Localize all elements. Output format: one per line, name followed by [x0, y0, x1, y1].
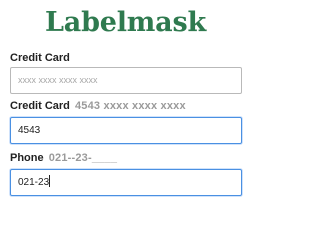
text-caret [49, 175, 51, 188]
credit-card-label-2: Credit Card 4543 xxxx xxxx xxxx [10, 100, 186, 113]
field-label-text: Credit Card [10, 100, 70, 112]
input-placeholder: xxxx xxxx xxxx xxxx [18, 75, 98, 85]
field-label-text: Phone [10, 152, 44, 164]
credit-card-input-1[interactable]: xxxx xxxx xxxx xxxx [10, 67, 242, 94]
mask-hint: 021--23-____ [48, 152, 118, 164]
phone-label: Phone 021--23-____ [10, 152, 117, 165]
credit-card-label-1: Credit Card [10, 52, 70, 65]
input-value: 021-23 [18, 177, 50, 188]
credit-card-input-2[interactable]: 4543 [10, 117, 242, 144]
app-logo: Labelmask [45, 7, 206, 38]
phone-input[interactable]: 021-23 [10, 169, 242, 196]
input-value: 4543 [18, 125, 41, 136]
mask-hint: 4543 xxxx xxxx xxxx [74, 100, 186, 112]
labelmask-demo: Labelmask Credit Card xxxx xxxx xxxx xxx… [0, 0, 251, 201]
field-label-text: Credit Card [10, 52, 70, 64]
